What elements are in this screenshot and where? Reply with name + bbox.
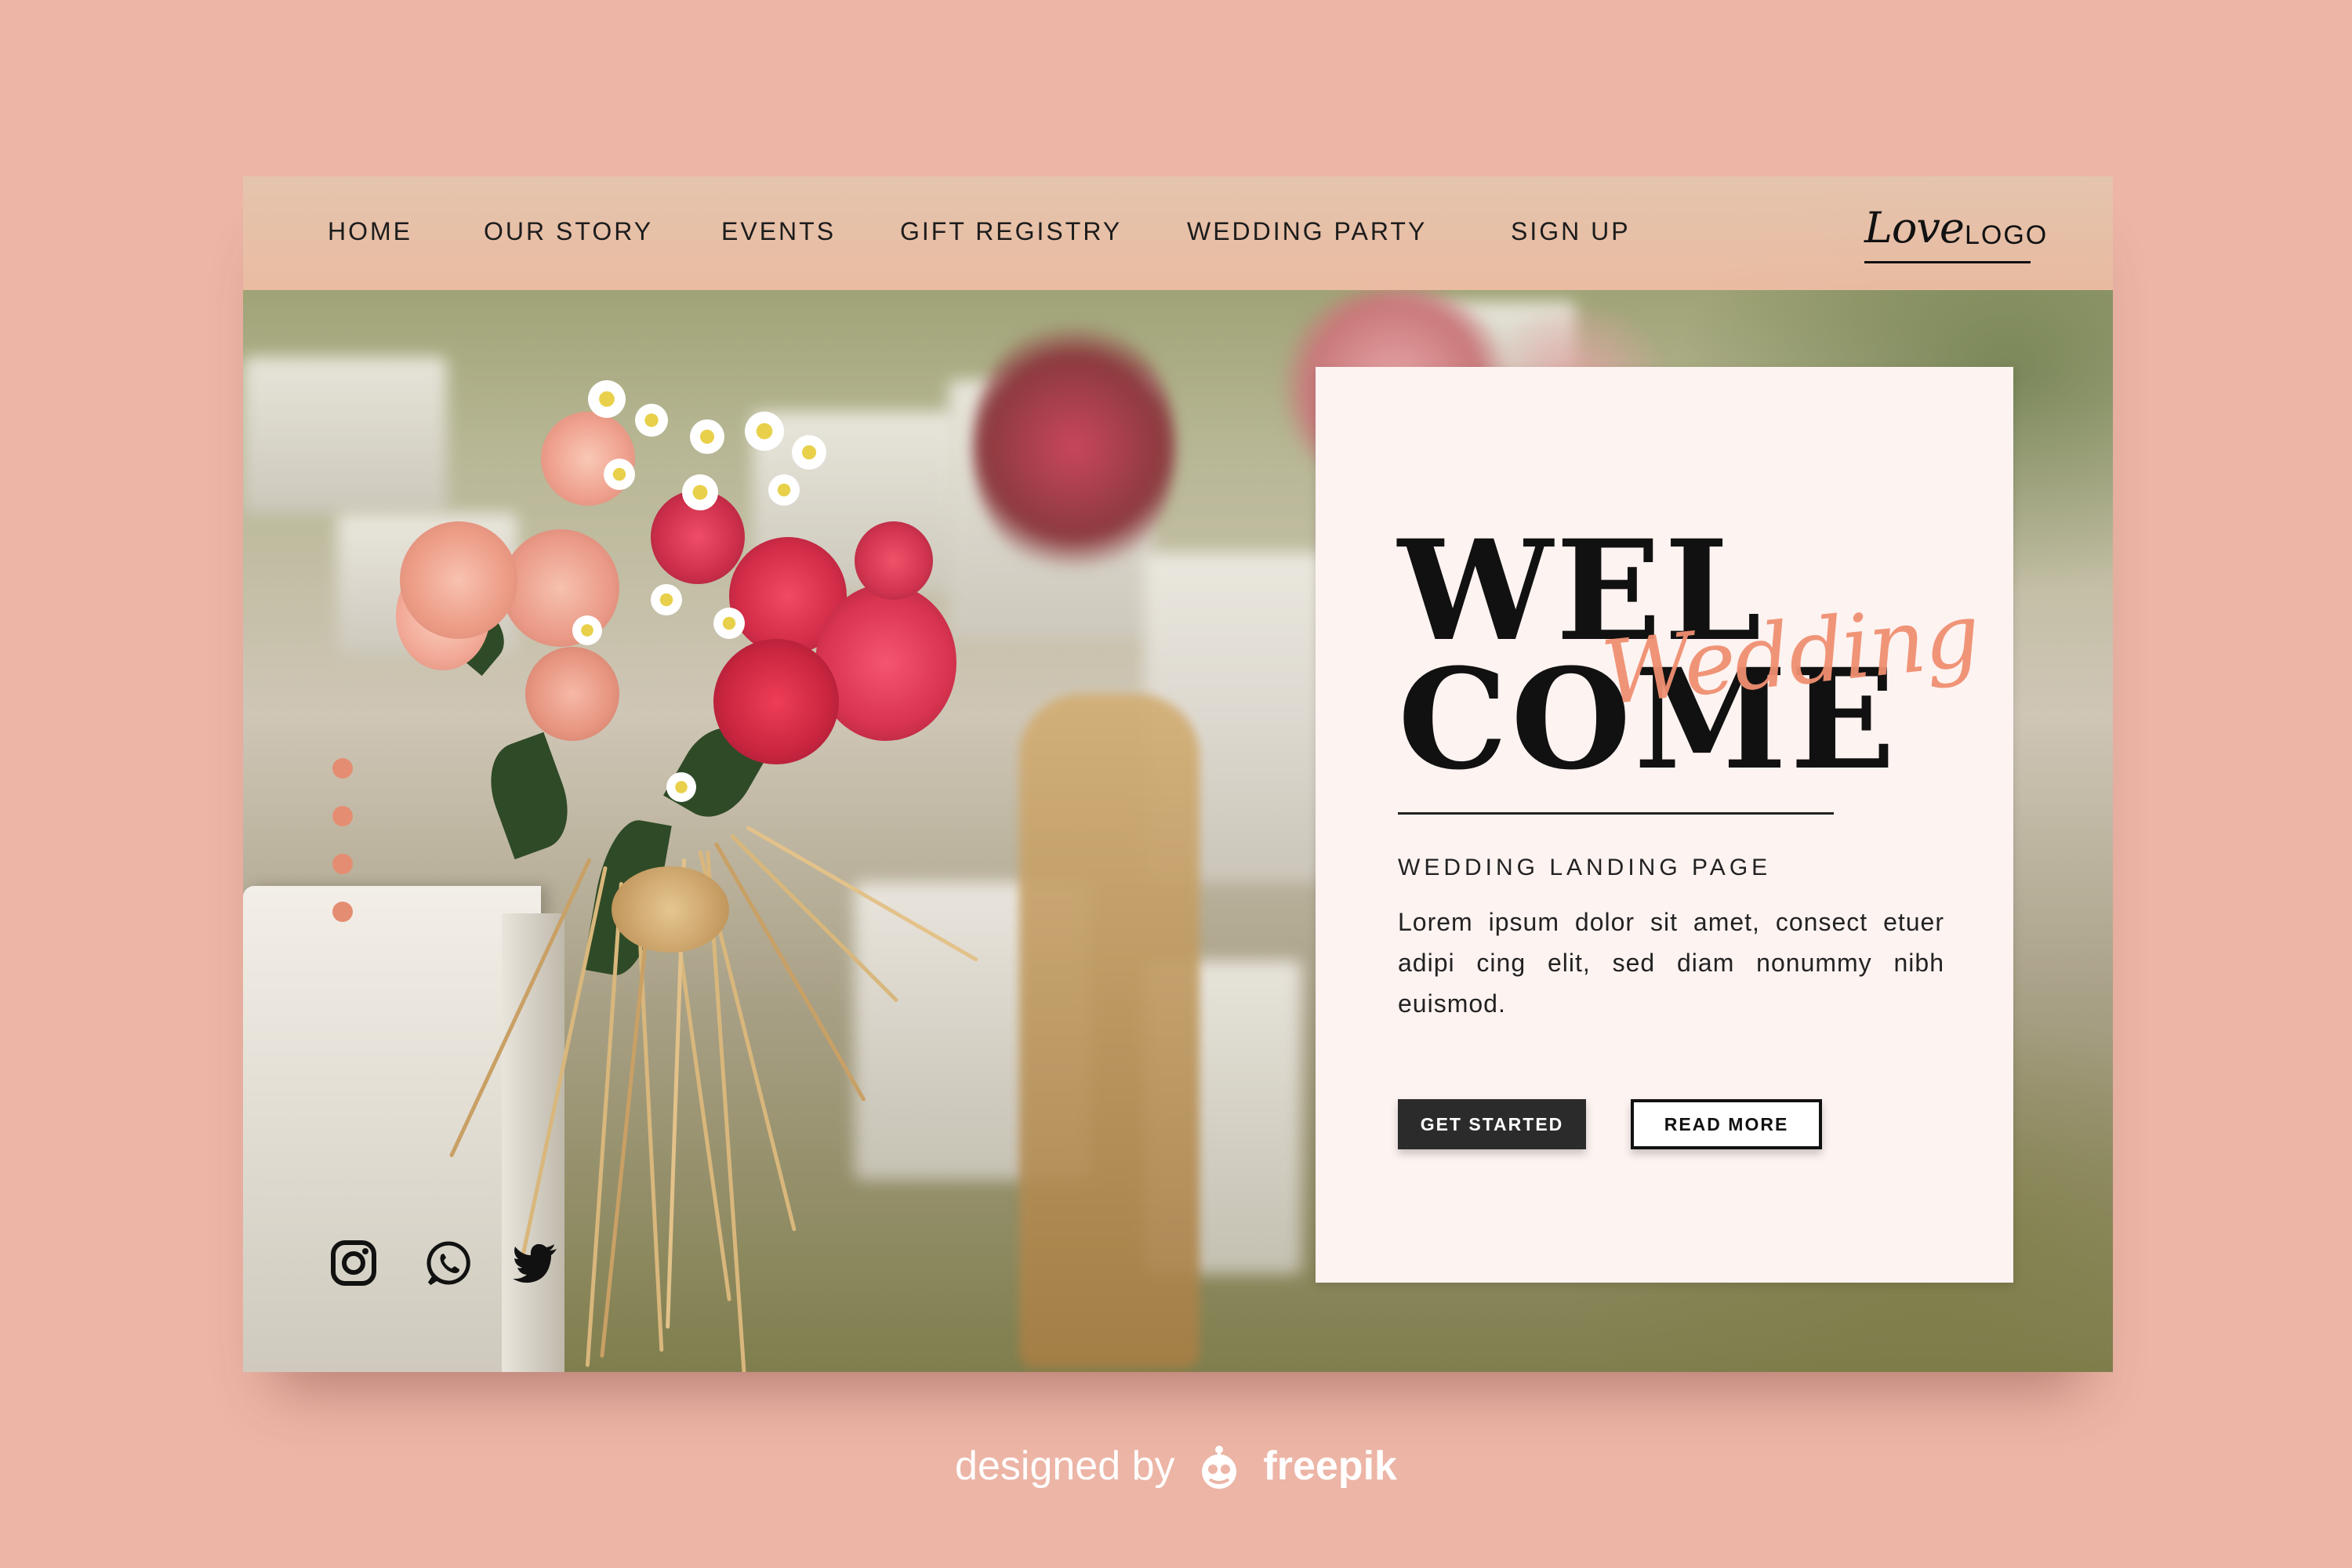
logo-script-text: Love: [1864, 203, 1965, 252]
read-more-button[interactable]: READ MORE: [1631, 1099, 1822, 1149]
slide-dot-2[interactable]: [332, 806, 353, 826]
top-navigation: HOME OUR STORY EVENTS GIFT REGISTRY WEDD…: [243, 176, 2113, 290]
get-started-button[interactable]: GET STARTED: [1398, 1099, 1586, 1149]
nav-events[interactable]: EVENTS: [721, 217, 836, 246]
landing-page-mockup: HOME OUR STORY EVENTS GIFT REGISTRY WEDD…: [243, 176, 2113, 1372]
love-logo[interactable]: Love LOGO: [1864, 197, 2046, 269]
slide-dot-3[interactable]: [332, 854, 353, 874]
welcome-card: WEL COME Wedding WEDDING LANDING PAGE Lo…: [1316, 367, 2013, 1283]
nav-gift-registry[interactable]: GIFT REGISTRY: [900, 217, 1122, 246]
nav-home[interactable]: HOME: [328, 217, 412, 246]
instagram-icon[interactable]: [329, 1239, 378, 1287]
card-body-text: Lorem ipsum dolor sit amet, consect etue…: [1398, 908, 1944, 1018]
freepik-brand-text: freepik: [1263, 1443, 1397, 1489]
logo-underline: [1864, 261, 2031, 263]
nav-sign-up[interactable]: SIGN UP: [1511, 217, 1631, 246]
twitter-icon[interactable]: [511, 1239, 560, 1287]
designed-by-text: designed by: [955, 1443, 1175, 1489]
slide-dot-4[interactable]: [332, 902, 353, 922]
freepik-credit: designed by freepik: [0, 1443, 2352, 1494]
card-subtitle: WEDDING LANDING PAGE: [1398, 855, 1772, 880]
whatsapp-icon[interactable]: [425, 1239, 474, 1287]
logo-text: LOGO: [1965, 220, 2049, 250]
nav-our-story[interactable]: OUR STORY: [484, 217, 653, 246]
slide-dot-1[interactable]: [332, 758, 353, 779]
freepik-mascot-icon: [1194, 1443, 1244, 1494]
nav-wedding-party[interactable]: WEDDING PARTY: [1187, 217, 1427, 246]
card-divider: [1398, 812, 1834, 815]
